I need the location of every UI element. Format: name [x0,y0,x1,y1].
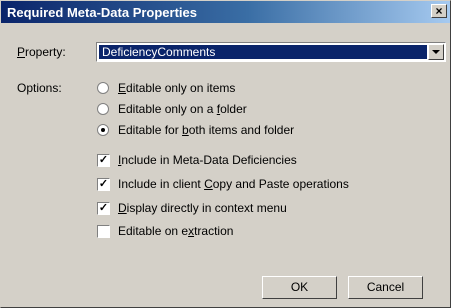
title-bar[interactable]: Required Meta-Data Properties × [1,1,450,23]
checkbox-unchecked[interactable] [97,225,110,238]
close-button[interactable]: × [431,4,447,18]
property-dropdown[interactable]: DeficiencyComments [96,42,446,62]
close-icon: × [435,4,443,18]
cancel-button[interactable]: Cancel [348,276,423,299]
radio-button[interactable] [97,103,109,115]
checkbox-checked[interactable]: ✓ [97,154,110,167]
checkbox-checked[interactable]: ✓ [97,202,110,215]
meta-data-properties-dialog: Required Meta-Data Properties × Property… [0,0,451,308]
options-label: Options: [17,81,62,95]
dialog-title: Required Meta-Data Properties [7,5,197,20]
checkbox-checked[interactable]: ✓ [97,178,110,191]
property-label: Property: [17,45,66,59]
dropdown-arrow-button[interactable] [428,44,444,60]
property-selected-value: DeficiencyComments [99,45,427,59]
radio-button[interactable] [97,82,109,94]
ok-button[interactable]: OK [262,276,337,299]
radio-button-selected[interactable] [97,124,109,136]
